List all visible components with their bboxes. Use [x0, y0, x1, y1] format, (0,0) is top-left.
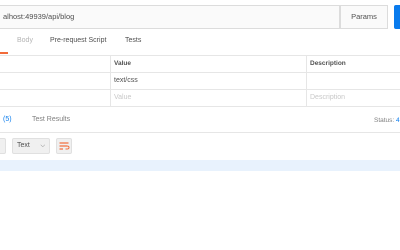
pretty-button[interactable] [0, 138, 6, 154]
format-select-value: Text [17, 142, 30, 149]
url-input[interactable]: alhost:49939/api/blog [0, 5, 340, 29]
params-button[interactable]: Params [340, 5, 388, 29]
table-row-divider [0, 89, 400, 90]
column-header-description: Description [310, 60, 346, 67]
response-headers-count[interactable]: (5) [3, 116, 12, 123]
status-indicator: Status: 4 [374, 117, 400, 124]
table-column-divider [306, 55, 307, 107]
header-value-cell[interactable]: text/css [114, 77, 138, 84]
table-column-divider [110, 55, 111, 107]
response-divider [0, 132, 400, 133]
new-value-placeholder[interactable]: Value [114, 94, 131, 101]
response-body-line [0, 160, 400, 171]
new-description-placeholder[interactable]: Description [310, 94, 345, 101]
send-button[interactable] [394, 5, 400, 29]
status-label: Status: [374, 117, 395, 124]
tab-tests[interactable]: Tests [125, 37, 141, 44]
wrap-lines-icon [59, 142, 70, 150]
table-bottom-border [0, 106, 400, 107]
table-top-border [0, 55, 400, 56]
table-header-divider [0, 72, 400, 73]
wrap-lines-button[interactable] [56, 138, 72, 154]
format-select[interactable]: Text ⌵ [12, 138, 50, 154]
tab-pre-request-script[interactable]: Pre-request Script [50, 37, 106, 44]
tab-body[interactable]: Body [17, 37, 33, 44]
status-value: 4 [396, 117, 400, 124]
active-tab-indicator [0, 52, 8, 54]
chevron-down-icon: ⌵ [40, 143, 45, 149]
column-header-value: Value [114, 60, 131, 67]
tab-test-results[interactable]: Test Results [32, 116, 70, 123]
